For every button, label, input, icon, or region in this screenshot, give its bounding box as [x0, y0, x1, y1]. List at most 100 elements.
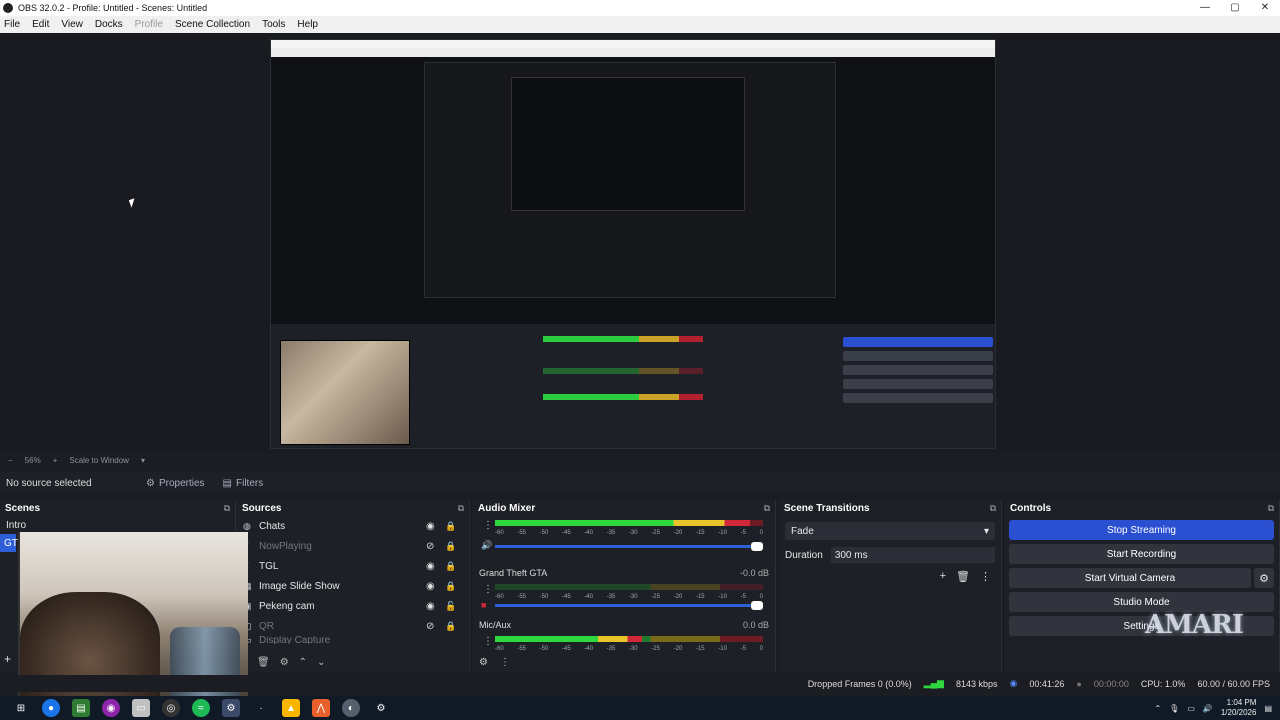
start-virtual-camera-button[interactable]: Start Virtual Camera	[1009, 568, 1251, 588]
nested-menubar	[271, 48, 995, 57]
gear-icon: ⚙	[146, 477, 155, 489]
visibility-hidden-icon[interactable]: ⊘	[426, 541, 434, 552]
virtual-camera-settings-icon[interactable]: ⚙	[1254, 568, 1274, 588]
spotify-icon[interactable]: ≈	[192, 699, 210, 717]
maximize-button[interactable]: ▢	[1220, 0, 1250, 16]
transition-select[interactable]: Fade ▾	[785, 522, 995, 540]
zoom-in-button[interactable]: +	[53, 456, 58, 465]
lock-icon[interactable]: 🔒	[445, 541, 456, 552]
obs-taskbar-icon[interactable]: ◎	[162, 699, 180, 717]
scale-dropdown-icon[interactable]: ▾	[141, 456, 145, 465]
channel-name: Mic/Aux	[479, 620, 512, 630]
source-item[interactable]: ▦ Image Slide Show ◉ 🔒	[237, 576, 469, 596]
undock-icon[interactable]: ⧉	[224, 503, 230, 514]
app-icon[interactable]: ⚙	[222, 699, 240, 717]
properties-label: Properties	[158, 477, 205, 489]
undock-icon[interactable]: ⧉	[990, 503, 996, 514]
lock-icon[interactable]: 🔒	[445, 621, 456, 632]
visibility-hidden-icon[interactable]: ⊘	[426, 621, 434, 632]
menu-file[interactable]: File	[4, 19, 20, 30]
duration-input[interactable]: 300 ms	[830, 547, 995, 563]
menu-profile[interactable]: Profile	[135, 19, 163, 30]
visibility-eye-icon[interactable]: ◉	[426, 581, 435, 592]
channel-menu-icon[interactable]: ⋮	[483, 520, 493, 531]
source-item[interactable]: ▣ Pekeng cam ◉ 🔓	[237, 596, 469, 616]
zoom-out-button[interactable]: −	[8, 456, 13, 465]
source-name: Pekeng cam	[259, 600, 315, 612]
properties-button[interactable]: ⚙ Properties	[146, 478, 205, 489]
menu-help[interactable]: Help	[297, 19, 318, 30]
move-up-icon[interactable]: ⌃	[299, 657, 307, 668]
mixer-menu-icon[interactable]: ⋮	[500, 657, 510, 668]
stop-streaming-button[interactable]: Stop Streaming	[1009, 520, 1274, 540]
mic-icon[interactable]: 🎙	[1169, 704, 1179, 713]
menu-tools[interactable]: Tools	[262, 19, 285, 30]
window-titlebar: OBS 32.0.2 - Profile: Untitled - Scenes:…	[0, 0, 1280, 16]
undock-icon[interactable]: ⧉	[1268, 503, 1274, 514]
app-icon[interactable]: ⋀	[312, 699, 330, 717]
remove-transition-icon[interactable]: 🗑	[956, 570, 970, 583]
add-transition-icon[interactable]: +	[940, 570, 946, 583]
app-icon[interactable]: ·	[252, 699, 270, 717]
clock[interactable]: 1:04 PM 1/20/2026	[1221, 698, 1257, 718]
volume-slider[interactable]	[495, 601, 763, 610]
unlock-icon[interactable]: 🔓	[445, 601, 456, 612]
source-item[interactable]: T TGL ◉ 🔒	[237, 556, 469, 576]
transition-menu-icon[interactable]: ⋮	[980, 570, 991, 583]
minimize-button[interactable]: —	[1190, 0, 1220, 16]
fps: 60.00 / 60.00 FPS	[1197, 678, 1270, 689]
scene-item-gta[interactable]: GT	[0, 534, 18, 552]
settings-icon[interactable]: ⚙	[372, 699, 390, 717]
chrome-icon[interactable]: ●	[42, 699, 60, 717]
channel-menu-icon[interactable]: ⋮	[483, 636, 493, 647]
visibility-eye-icon[interactable]: ◉	[426, 601, 435, 612]
source-item[interactable]: ▭ Display Capture	[237, 636, 469, 644]
undock-icon[interactable]: ⧉	[458, 503, 464, 514]
lock-icon[interactable]: 🔒	[445, 581, 456, 592]
windows-start-icon[interactable]: ⊞	[12, 699, 30, 717]
lock-icon[interactable]: 🔒	[445, 521, 456, 532]
source-item[interactable]: ◍ Chats ◉ 🔒	[237, 516, 469, 536]
advanced-audio-icon[interactable]: ⚙	[479, 657, 488, 668]
nested-meter	[543, 336, 703, 342]
channel-name-row: Mic/Aux 0.0 dB	[479, 620, 769, 632]
scale-mode[interactable]: Scale to Window	[69, 456, 129, 465]
volume-slider[interactable]	[495, 542, 763, 551]
app-icon[interactable]: ◐	[342, 699, 360, 717]
source-item[interactable]: T NowPlaying ⊘ 🔒	[237, 536, 469, 556]
app-icon[interactable]: ◉	[102, 699, 120, 717]
mixer-channel: Mic/Aux 0.0 dB ⋮ -60 -55 -50 -45 -40 -35 -30 -25…	[473, 620, 775, 672]
visibility-eye-icon[interactable]: ◉	[426, 521, 435, 532]
app-icon[interactable]: ▲	[282, 699, 300, 717]
undock-icon[interactable]: ⧉	[764, 503, 770, 514]
scenes-header: Scenes ⧉	[0, 500, 235, 516]
speaker-icon[interactable]: 🔊	[481, 540, 492, 551]
add-scene-button[interactable]: +	[4, 652, 11, 666]
remove-source-icon[interactable]: 🗑	[257, 657, 270, 668]
program-preview[interactable]	[270, 39, 996, 449]
nested-button	[843, 351, 993, 361]
filters-button[interactable]: ▤ Filters	[223, 478, 264, 489]
menu-scene-collection[interactable]: Scene Collection	[175, 19, 250, 30]
source-properties-icon[interactable]: ⚙	[280, 657, 289, 668]
menu-edit[interactable]: Edit	[32, 19, 49, 30]
app-icon[interactable]: ▭	[132, 699, 150, 717]
chevron-up-icon[interactable]: ⌃	[1154, 704, 1161, 713]
lock-icon[interactable]: 🔒	[445, 561, 456, 572]
close-button[interactable]: ✕	[1250, 0, 1280, 16]
channel-name-row: Grand Theft GTA -0.0 dB	[479, 568, 769, 580]
chevron-down-icon: ▾	[983, 525, 989, 537]
volume-icon[interactable]: 🔊	[1203, 704, 1213, 713]
move-down-icon[interactable]: ⌄	[317, 657, 325, 668]
start-recording-button[interactable]: Start Recording	[1009, 544, 1274, 564]
menu-view[interactable]: View	[61, 19, 83, 30]
app-icon[interactable]: ▤	[72, 699, 90, 717]
source-item[interactable]: ▢ QR ⊘ 🔒	[237, 616, 469, 636]
muted-speaker-icon[interactable]: ■	[481, 600, 486, 610]
menu-docks[interactable]: Docks	[95, 19, 123, 30]
network-icon[interactable]: ▭	[1187, 704, 1195, 713]
studio-mode-button[interactable]: Studio Mode	[1009, 592, 1274, 612]
channel-menu-icon[interactable]: ⋮	[483, 584, 493, 595]
visibility-eye-icon[interactable]: ◉	[426, 561, 435, 572]
notification-icon[interactable]: ▤	[1264, 704, 1272, 713]
